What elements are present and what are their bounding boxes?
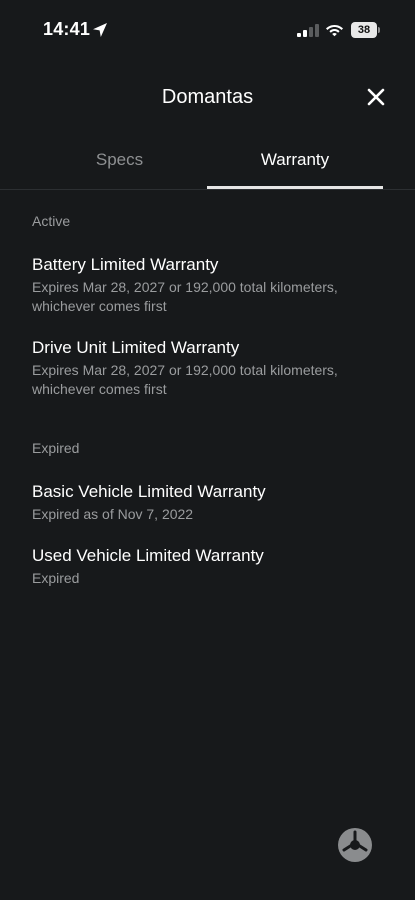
warranty-item-battery[interactable]: Battery Limited Warranty Expires Mar 28,… [32, 254, 382, 316]
warranty-title: Basic Vehicle Limited Warranty [32, 482, 266, 501]
battery-tip [378, 27, 380, 33]
warranty-subtitle: Expired as of Nov 7, 2022 [32, 506, 194, 522]
location-arrow-icon [93, 23, 107, 37]
battery-level: 38 [351, 22, 377, 38]
warranty-item-used-vehicle[interactable]: Used Vehicle Limited Warranty Expired [32, 545, 382, 588]
tab-warranty[interactable]: Warranty [207, 140, 383, 188]
warranty-title: Battery Limited Warranty [32, 255, 219, 274]
warranty-title: Used Vehicle Limited Warranty [32, 546, 264, 565]
wifi-icon [326, 25, 343, 37]
active-tab-indicator [207, 186, 383, 189]
close-icon[interactable] [362, 83, 390, 111]
warranty-item-drive-unit[interactable]: Drive Unit Limited Warranty Expires Mar … [32, 337, 382, 399]
warranty-subtitle: Expired [32, 570, 80, 586]
page-title: Domantas [161, 86, 254, 108]
tab-specs[interactable]: Specs [32, 140, 207, 188]
warranty-subtitle: Expires Mar 28, 2027 or 192,000 total ki… [32, 279, 338, 314]
warranty-screen: 14:41 38 Domantas Specs Warranty Active … [0, 0, 415, 900]
app-logo-icon[interactable] [338, 828, 372, 862]
section-label-active: Active [32, 213, 71, 229]
section-label-expired: Expired [32, 440, 80, 456]
warranty-title: Drive Unit Limited Warranty [32, 338, 240, 357]
status-bar: 14:41 38 [0, 0, 415, 60]
cellular-signal-icon [297, 24, 319, 37]
warranty-subtitle: Expires Mar 28, 2027 or 192,000 total ki… [32, 362, 338, 397]
warranty-item-basic-vehicle[interactable]: Basic Vehicle Limited Warranty Expired a… [32, 481, 382, 524]
tab-bar: Specs Warranty [0, 140, 415, 190]
battery-indicator: 38 [351, 22, 381, 38]
status-time: 14:41 [43, 19, 91, 39]
